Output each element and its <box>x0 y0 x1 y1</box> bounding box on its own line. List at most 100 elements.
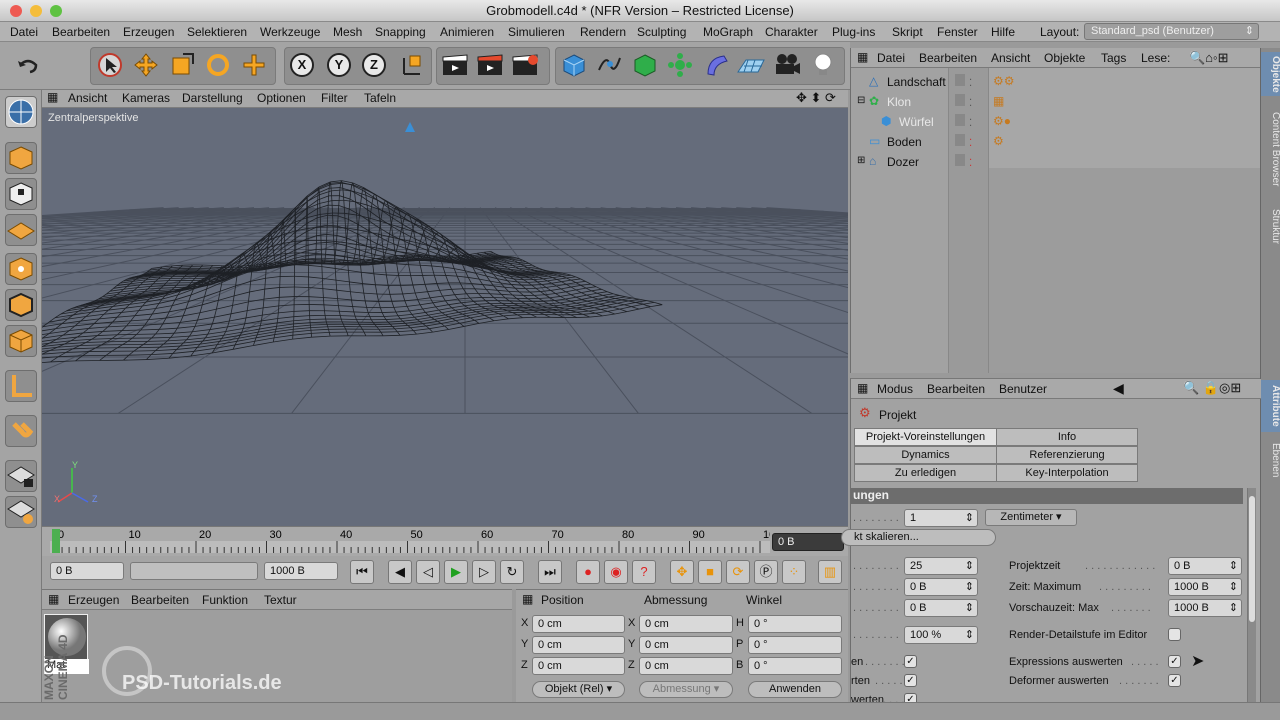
viewport-menu-filter[interactable]: Filter <box>321 91 348 105</box>
tab-info[interactable]: Info <box>996 428 1138 446</box>
object-menu-bearbeiten[interactable]: Bearbeiten <box>919 51 977 65</box>
range-slider[interactable] <box>130 562 258 580</box>
key-position-button[interactable]: ✥ <box>670 560 694 584</box>
workplane-mode-button[interactable] <box>5 496 37 528</box>
menu-erzeugen[interactable]: Erzeugen <box>123 25 174 39</box>
mograph-button[interactable] <box>665 50 695 80</box>
redo-button[interactable] <box>48 50 80 80</box>
play-button[interactable]: ▶ <box>444 560 468 584</box>
3d-viewport[interactable]: Zentralperspektive Y X Z <box>42 108 848 526</box>
tab-layers[interactable]: Ebenen <box>1261 438 1280 482</box>
x-axis-toggle[interactable]: X <box>290 53 314 77</box>
scene-button[interactable] <box>736 50 766 80</box>
size-mode-select[interactable]: Abmessung ▾ <box>639 681 733 698</box>
attribute-menu-toggle[interactable]: ▦ <box>857 381 868 395</box>
attribute-scrollbar[interactable] <box>1247 488 1256 703</box>
make-editable-button[interactable] <box>5 96 37 128</box>
tab-content-browser[interactable]: Content Browser <box>1261 102 1280 196</box>
menu-plug-ins[interactable]: Plug-ins <box>832 25 875 39</box>
project-scale-field[interactable]: 1 ⇕ <box>904 509 978 527</box>
previous-frame-button[interactable]: ◁ <box>416 560 440 584</box>
object-menu-ansicht[interactable]: Ansicht <box>991 51 1030 65</box>
tab-structure[interactable]: Struktur <box>1261 202 1280 252</box>
key-parameter-button[interactable]: Ⓟ <box>754 560 778 584</box>
object-row[interactable]: ⊟ ✿ Klon ⁚ ▦ <box>851 92 1261 112</box>
record-button[interactable]: ● <box>576 560 600 584</box>
keyframe-selection-button[interactable]: ? <box>632 560 656 584</box>
select-tool-button[interactable] <box>95 50 125 80</box>
tab-project-settings[interactable]: Projekt-Voreinstellungen <box>854 428 997 446</box>
object-tags[interactable]: ⚙● <box>993 114 1011 128</box>
object-menu-tags[interactable]: Tags <box>1101 51 1126 65</box>
z-axis-toggle[interactable]: Z <box>362 53 386 77</box>
coordinate-system-button[interactable] <box>396 50 426 80</box>
pos-z-field[interactable]: 0 cm <box>532 657 625 675</box>
texture-mode-button[interactable] <box>5 178 37 210</box>
menu-fenster[interactable]: Fenster <box>937 25 978 39</box>
max-time-field[interactable]: 1000 B ⇕ <box>1168 578 1242 596</box>
camera-button[interactable] <box>772 50 802 80</box>
viewport-menu-darstellung[interactable]: Darstellung <box>182 91 243 105</box>
menu-simulieren[interactable]: Simulieren <box>508 25 565 39</box>
points-mode-button[interactable] <box>5 253 37 285</box>
goto-start-button[interactable]: ⏮ <box>350 560 374 584</box>
snap-button[interactable] <box>5 415 37 447</box>
attribute-tools[interactable]: 🔍 🔒◎⊞ <box>1183 380 1241 396</box>
scale-project-button[interactable]: kt skalieren... <box>841 529 996 546</box>
tab-dynamics[interactable]: Dynamics <box>854 446 997 464</box>
generator-button[interactable] <box>630 50 660 80</box>
attr-menu-user[interactable]: Benutzer <box>999 382 1047 396</box>
tab-todo[interactable]: Zu erledigen <box>854 464 997 482</box>
viewport-menu-kameras[interactable]: Kameras <box>122 91 170 105</box>
minimize-window-button[interactable] <box>30 5 42 17</box>
project-time-field[interactable]: 0 B ⇕ <box>1168 557 1242 575</box>
light-button[interactable] <box>808 50 838 80</box>
apply-button[interactable]: Anwenden <box>748 681 842 698</box>
key-scale-button[interactable]: ■ <box>698 560 722 584</box>
scale-unit-select[interactable]: Zentimeter ▾ <box>985 509 1077 526</box>
menu-charakter[interactable]: Charakter <box>765 25 818 39</box>
axis-mode-button[interactable] <box>5 370 37 402</box>
visibility-toggle[interactable]: ⁚ <box>955 154 972 169</box>
deformer-checkbox[interactable]: ✓ <box>1168 674 1181 687</box>
timeline-ruler[interactable]: 0102030405060708090100 0 B <box>42 526 848 556</box>
menu-mesh[interactable]: Mesh <box>333 25 362 39</box>
menu-animieren[interactable]: Animieren <box>440 25 494 39</box>
menu-sculpting[interactable]: Sculpting <box>637 25 686 39</box>
tab-objects[interactable]: Objekte <box>1261 52 1280 96</box>
previous-key-button[interactable]: ◀ <box>388 560 412 584</box>
autokey-button[interactable]: ◉ <box>604 560 628 584</box>
tab-referencing[interactable]: Referenzierung <box>996 446 1138 464</box>
next-frame-button[interactable]: ▷ <box>472 560 496 584</box>
render-lod-checkbox[interactable] <box>1168 628 1181 641</box>
object-manager-tools[interactable]: 🔍⌂◦⊞ <box>1189 50 1229 66</box>
expand-toggle-icon[interactable]: ⊟ <box>857 95 865 106</box>
object-menu-objekte[interactable]: Objekte <box>1044 51 1085 65</box>
model-mode-button[interactable] <box>5 142 37 174</box>
menu-bearbeiten[interactable]: Bearbeiten <box>52 25 110 39</box>
viewport-menu-tafeln[interactable]: Tafeln <box>364 91 396 105</box>
back-arrow-icon[interactable]: ◀ <box>1113 380 1124 397</box>
size-x-field[interactable]: 0 cm <box>639 615 733 633</box>
lock-workplane-button[interactable] <box>5 460 37 492</box>
mat-menu-edit[interactable]: Bearbeiten <box>131 593 189 607</box>
pos-y-field[interactable]: 0 cm <box>532 636 625 654</box>
left-checkbox-2[interactable]: ✓ <box>904 674 917 687</box>
key-rotation-button[interactable]: ⟳ <box>726 560 750 584</box>
pos-x-field[interactable]: 0 cm <box>532 615 625 633</box>
next-key-button[interactable]: ↻ <box>500 560 524 584</box>
object-row[interactable]: ⊞ ⌂ Dozer ⁚ <box>851 152 1261 172</box>
render-settings-button[interactable] <box>510 50 540 80</box>
min-time-field[interactable]: 0 B ⇕ <box>904 578 978 596</box>
object-tags[interactable]: ⚙⚙ <box>993 74 1015 88</box>
object-menu-toggle[interactable]: ▦ <box>857 50 868 64</box>
visibility-toggle[interactable]: ⁚ <box>955 114 972 129</box>
object-row[interactable]: △ Landschaft ⁚ ⚙⚙ <box>851 72 1261 92</box>
viewport-menu-optionen[interactable]: Optionen <box>257 91 306 105</box>
menu-selektieren[interactable]: Selektieren <box>187 25 247 39</box>
coord-mode-select[interactable]: Objekt (Rel) ▾ <box>532 681 625 698</box>
size-y-field[interactable]: 0 cm <box>639 636 733 654</box>
start-frame-field[interactable]: 0 B <box>50 562 124 580</box>
visibility-toggle[interactable]: ⁚ <box>955 134 972 149</box>
expressions-checkbox[interactable]: ✓ <box>1168 655 1181 668</box>
